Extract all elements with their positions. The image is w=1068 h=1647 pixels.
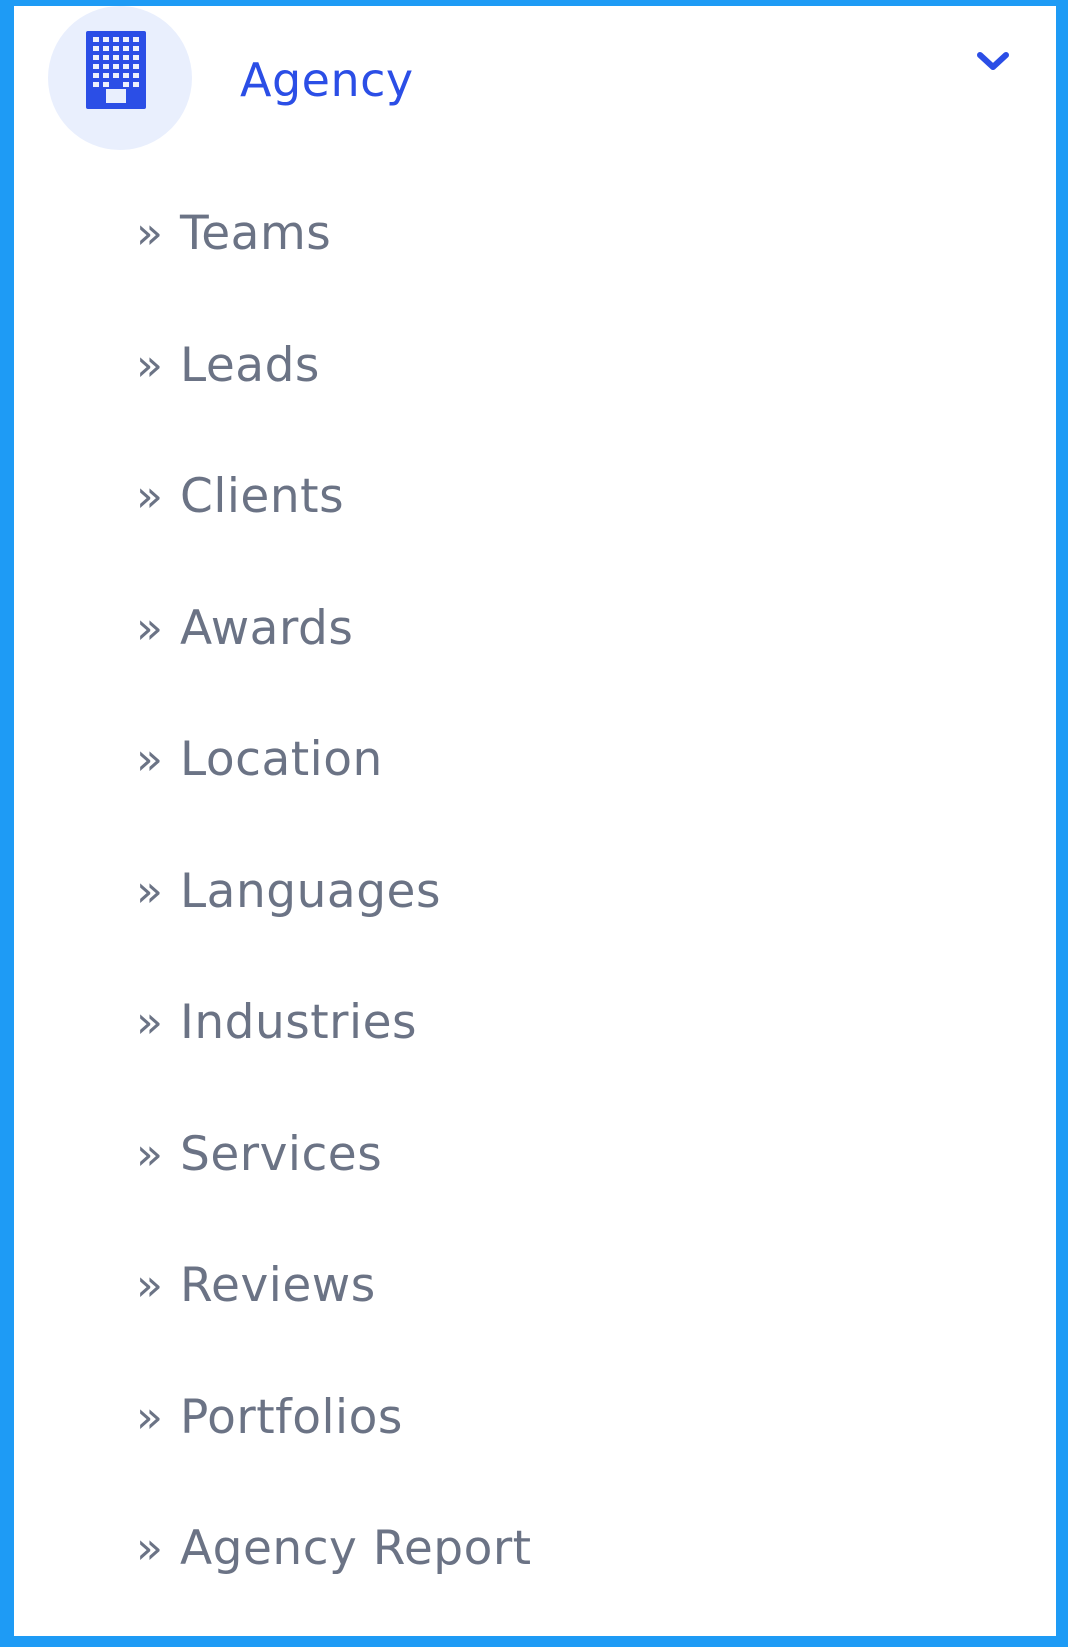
submenu-item-agency-report[interactable]: » Agency Report [14,1515,1056,1647]
submenu-item-label: Location [180,732,383,787]
submenu-item-label: Services [180,1126,383,1182]
submenu-item-label: Industries [180,995,417,1050]
double-chevron-right-icon: » [136,734,163,785]
double-chevron-right-icon: » [136,339,163,391]
double-chevron-right-icon: » [136,602,163,654]
submenu-item-label: Agency Report [180,1521,532,1576]
submenu-item-industries[interactable]: » Industries [14,989,1056,1121]
double-chevron-right-icon: » [136,1391,163,1443]
menu-header-agency[interactable]: Agency [14,6,1056,166]
submenu-item-label: Awards [180,600,354,656]
double-chevron-right-icon: » [136,997,163,1048]
double-chevron-right-icon: » [136,865,163,917]
menu-header-label: Agency [240,53,414,107]
submenu-item-location[interactable]: » Location [14,726,1056,858]
chevron-down-icon[interactable] [976,50,1010,74]
submenu-item-label: Teams [180,206,332,261]
double-chevron-right-icon: » [136,471,163,522]
sidebar-panel: Agency » Teams » Leads » Clients » Award… [14,6,1056,1636]
submenu-item-label: Leads [180,337,320,393]
submenu-item-services[interactable]: » Services [14,1121,1056,1253]
submenu-item-label: Languages [180,863,441,919]
double-chevron-right-icon: » [136,208,163,259]
submenu-item-languages[interactable]: » Languages [14,858,1056,990]
submenu-item-label: Clients [180,469,345,524]
double-chevron-right-icon: » [136,1260,163,1311]
submenu-item-clients[interactable]: » Clients [14,463,1056,595]
icon-circle [48,6,192,150]
submenu-item-teams[interactable]: » Teams [14,200,1056,332]
submenu-list: » Teams » Leads » Clients » Awards » Loc… [14,200,1056,1647]
submenu-item-leads[interactable]: » Leads [14,332,1056,464]
submenu-item-awards[interactable]: » Awards [14,595,1056,727]
submenu-item-label: Portfolios [180,1389,403,1445]
double-chevron-right-icon: » [136,1523,163,1574]
submenu-item-reviews[interactable]: » Reviews [14,1252,1056,1384]
double-chevron-right-icon: » [136,1128,163,1180]
submenu-item-portfolios[interactable]: » Portfolios [14,1384,1056,1516]
submenu-item-label: Reviews [180,1258,376,1313]
building-icon [86,31,146,109]
